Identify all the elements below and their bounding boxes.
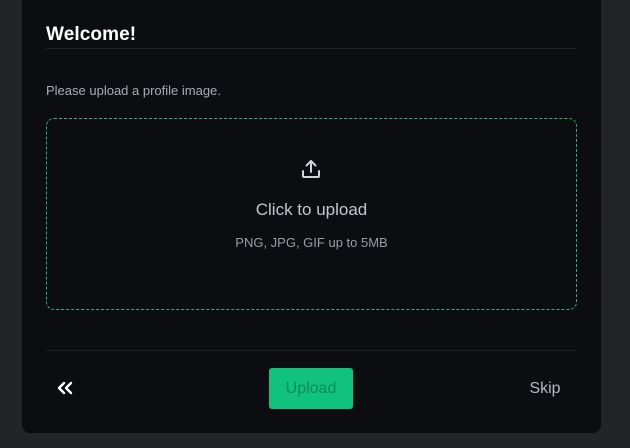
modal-header: Welcome!: [46, 22, 577, 49]
upload-icon: [302, 160, 320, 178]
modal-title: Welcome!: [46, 24, 137, 45]
footer-divider: [46, 350, 577, 351]
upload-instruction: Please upload a profile image.: [46, 83, 221, 98]
upload-button[interactable]: Upload: [269, 368, 353, 409]
skip-button[interactable]: Skip: [519, 368, 571, 409]
dropzone-primary-text: Click to upload: [255, 200, 368, 219]
welcome-modal: Welcome! Please upload a profile image. …: [22, 0, 601, 433]
dropzone-file-hint: PNG, JPG, GIF up to 5MB: [235, 235, 388, 250]
double-chevron-left-icon: [57, 381, 73, 395]
upload-dropzone[interactable]: Click to upload PNG, JPG, GIF up to 5MB: [46, 118, 577, 310]
back-button[interactable]: [53, 376, 77, 400]
